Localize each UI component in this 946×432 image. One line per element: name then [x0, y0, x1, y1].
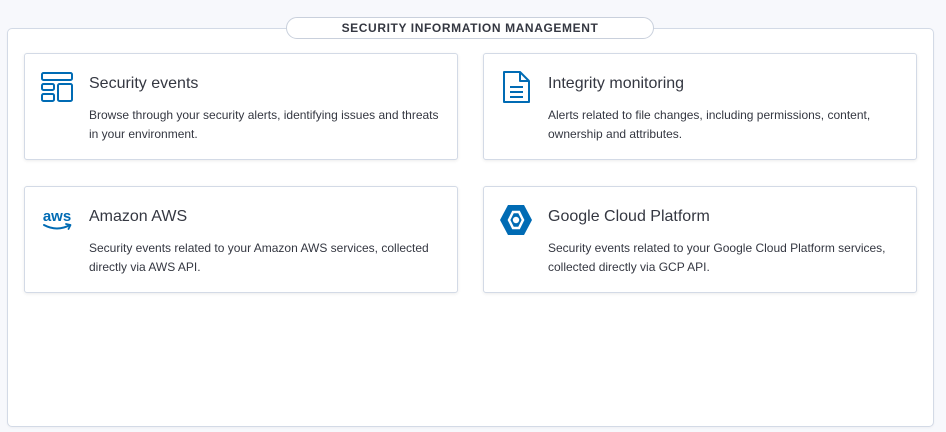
- security-events-card[interactable]: Security events Browse through your secu…: [24, 53, 458, 160]
- dashboard-layout-icon: [40, 70, 74, 104]
- card-title: Integrity monitoring: [548, 75, 685, 92]
- card-description: Security events related to your Amazon A…: [89, 241, 429, 274]
- card-title: Security events: [89, 75, 199, 92]
- document-icon: [499, 70, 533, 104]
- card-title: Amazon AWS: [89, 208, 188, 225]
- card-description: Browse through your security alerts, ide…: [89, 108, 439, 141]
- card-title: Google Cloud Platform: [548, 208, 710, 225]
- card-description: Security events related to your Google C…: [548, 241, 886, 274]
- aws-logo-icon: aws: [40, 203, 74, 237]
- panel-title: SECURITY INFORMATION MANAGEMENT: [286, 17, 654, 39]
- integrity-monitoring-card[interactable]: Integrity monitoring Alerts related to f…: [483, 53, 917, 160]
- google-cloud-platform-card[interactable]: Google Cloud Platform Security events re…: [483, 186, 917, 293]
- svg-text:aws: aws: [43, 208, 71, 225]
- gcp-logo-icon: [499, 203, 533, 237]
- card-description: Alerts related to file changes, includin…: [548, 108, 871, 141]
- amazon-aws-card[interactable]: aws Amazon AWS Security events related t…: [24, 186, 458, 293]
